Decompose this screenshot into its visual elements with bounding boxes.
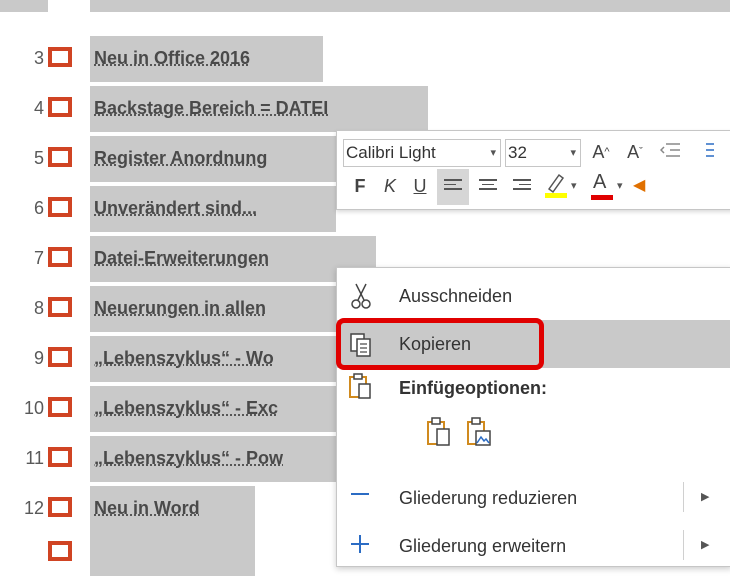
top-selection-strip [90,0,730,12]
minus-icon [351,493,369,495]
decrease-indent-icon [659,143,680,157]
bold-button[interactable]: F [347,171,373,201]
slide-number: 8 [33,298,44,318]
slide-number: 4 [33,98,44,118]
increase-indent-icon [706,143,714,157]
font-size-value: 32 [508,143,527,162]
outline-row[interactable]: 4 Backstage Bereich = DATEI [0,86,730,132]
menu-item-cut[interactable]: Ausschneiden [337,272,730,320]
underline-button[interactable]: U [407,171,433,201]
align-right-icon [513,179,531,195]
chevron-down-icon[interactable]: ▾ [571,179,577,192]
font-color-button[interactable]: A ▾ [589,171,629,205]
font-color-icon: A [593,171,607,193]
slide-number: 3 [33,48,44,68]
top-left-strip [0,0,48,12]
slide-number: 11 [25,448,44,468]
menu-item-label: Einfügeoptionen: [399,378,547,398]
slide-title[interactable]: Neuerungen in allen [94,296,266,320]
more-tools-button[interactable]: ◀ [633,175,645,199]
slide-title[interactable]: Neu in Word [94,496,200,520]
chevron-right-icon: ▶ [701,539,710,551]
context-menu: Ausschneiden Kopieren Einfügeoptionen: G… [336,267,730,567]
chevron-down-icon[interactable]: ▾ [490,140,496,166]
slide-title[interactable]: „Lebenszyklus“ - Exc [94,396,278,420]
slide-icon[interactable] [48,447,72,467]
menu-item-label: Kopieren [399,334,472,354]
slide-title[interactable]: Neu in Office 2016 [94,46,250,70]
menu-divider [683,530,684,560]
align-center-icon [479,179,497,195]
slide-number: 9 [33,348,44,368]
slide-icon[interactable] [48,197,72,217]
grow-font-button[interactable]: A^ [587,137,615,167]
chevron-down-icon[interactable]: ▾ [570,140,576,166]
slide-icon[interactable] [48,497,72,517]
slide-icon[interactable] [48,541,72,561]
align-left-button[interactable] [437,169,469,205]
paste-options-header: Einfügeoptionen: [337,368,730,406]
font-color-swatch [591,195,613,200]
paint-icon: ◀ [633,177,646,194]
slide-number: 7 [33,248,44,268]
menu-item-expand[interactable]: Gliederung erweitern ▶ [337,522,730,570]
plus-icon [351,535,369,553]
menu-item-label: Ausschneiden [399,286,513,306]
increase-indent-button[interactable] [691,137,721,167]
slide-number: 10 [23,398,44,418]
font-size-combo[interactable]: 32 ▾ [505,139,581,167]
menu-item-label: Gliederung erweitern [399,536,567,556]
shrink-font-button[interactable]: Aˇ [621,137,649,167]
slide-icon[interactable] [48,297,72,317]
chevron-down-icon[interactable]: ▾ [617,179,623,192]
slide-icon[interactable] [48,397,72,417]
scissors-icon [351,283,371,309]
align-right-button[interactable] [507,169,537,205]
mini-toolbar: Calibri Light ▾ 32 ▾ A^ Aˇ F K U ▾ A ▾ ◀ [336,130,730,210]
slide-title[interactable]: „Lebenszyklus“ - Wo [94,346,274,370]
slide-title[interactable]: Register Anordnung [94,146,267,170]
menu-item-copy[interactable]: Kopieren [337,320,730,368]
slide-title[interactable]: Unverändert sind... [94,196,257,220]
decrease-indent-button[interactable] [655,137,685,167]
copy-icon [350,333,371,357]
italic-button[interactable]: K [377,171,403,201]
menu-divider [683,482,684,512]
slide-title[interactable]: Backstage Bereich = DATEI [94,96,328,120]
font-name-value: Calibri Light [346,143,436,162]
paste-picture-icon [467,417,491,446]
highlighter-icon [545,173,567,198]
clipboard-icon [349,373,371,399]
menu-item-collapse[interactable]: Gliederung reduzieren ▶ [337,474,730,522]
chevron-right-icon: ▶ [701,491,710,503]
paste-as-picture-button[interactable] [465,416,495,450]
slide-icon[interactable] [48,347,72,367]
menu-item-label: Gliederung reduzieren [399,488,578,508]
slide-icon[interactable] [48,97,72,117]
grow-font-icon: A [592,142,605,162]
slide-number: 6 [33,198,44,218]
font-name-combo[interactable]: Calibri Light ▾ [343,139,501,167]
slide-number: 12 [23,498,44,518]
align-center-button[interactable] [473,169,503,205]
outline-row[interactable]: 3 Neu in Office 2016 [0,36,730,82]
highlight-color-button[interactable]: ▾ [543,171,585,205]
slide-icon[interactable] [48,147,72,167]
slide-number: 5 [33,148,44,168]
selection-highlight [90,530,255,576]
slide-title[interactable]: „Lebenszyklus“ - Pow [94,446,283,470]
paste-keep-text-button[interactable] [425,416,455,450]
align-left-icon [444,179,462,195]
slide-icon[interactable] [48,247,72,267]
slide-icon[interactable] [48,47,72,67]
paste-icon [427,417,450,446]
slide-title[interactable]: Datei-Erweiterungen [94,246,269,270]
shrink-font-icon: A [627,142,640,162]
